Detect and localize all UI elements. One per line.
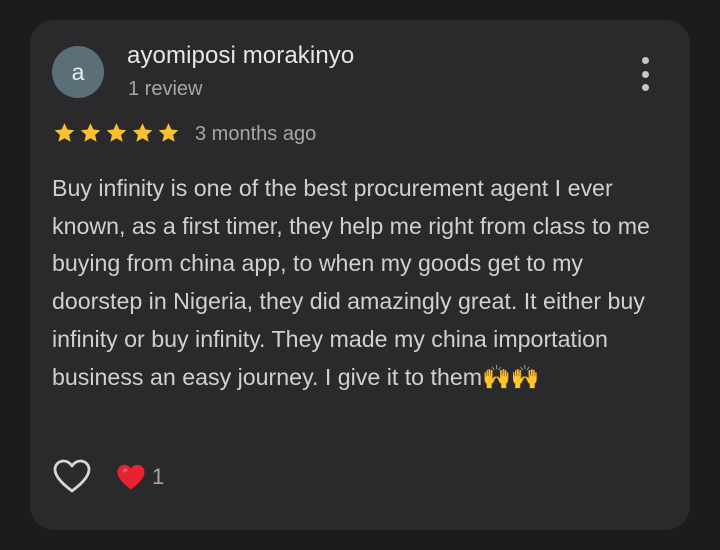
- review-text: Buy infinity is one of the best procurem…: [52, 175, 650, 390]
- reaction-summary[interactable]: 1: [116, 463, 164, 491]
- heart-filled-icon: [117, 464, 145, 490]
- star-rating: [52, 121, 181, 145]
- star-icon: [78, 121, 103, 145]
- more-vert-icon-dot: [641, 57, 649, 64]
- review-count: 1 review: [128, 78, 203, 100]
- reaction-count: 1: [152, 464, 165, 489]
- avatar[interactable]: a: [52, 46, 104, 98]
- star-icon: [52, 121, 77, 145]
- review-time: 3 months ago: [195, 123, 317, 145]
- heart-outline-icon: [53, 459, 91, 493]
- like-button[interactable]: [52, 458, 92, 494]
- more-vert-icon-dot: [641, 70, 649, 78]
- star-icon: [130, 121, 155, 145]
- more-vert-icon-dot: [641, 84, 649, 91]
- star-icon: [156, 121, 181, 145]
- star-icon: [104, 121, 129, 145]
- reviewer-name[interactable]: ayomiposi morakinyo: [127, 42, 354, 70]
- review-card: a ayomiposi morakinyo 1 review 3 months …: [30, 20, 690, 530]
- more-options-button[interactable]: [634, 57, 656, 91]
